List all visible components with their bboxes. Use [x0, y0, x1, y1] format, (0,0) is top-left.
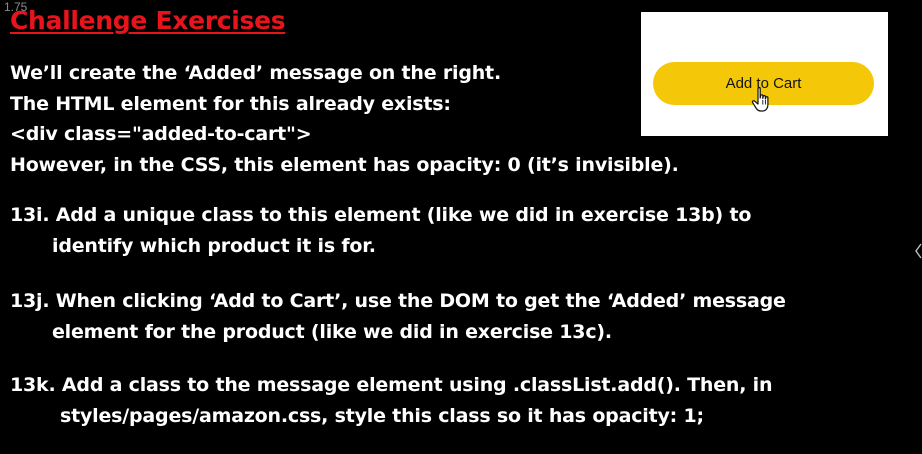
hand-pointer-icon — [751, 87, 769, 112]
exercise-line: element for the product (like we did in … — [52, 321, 612, 343]
page-title: Challenge Exercises — [10, 6, 286, 35]
intro-text: We’ll create the ‘Added’ message on the … — [10, 58, 679, 180]
intro-line: The HTML element for this already exists… — [10, 92, 451, 115]
exercise-13k: 13k. Add a class to the message element … — [10, 370, 773, 432]
exercise-13j: 13j. When clicking ‘Add to Cart’, use th… — [10, 286, 786, 348]
exercise-line: styles/pages/amazon.css, style this clas… — [60, 405, 704, 427]
exercise-line: 13j. When clicking ‘Add to Cart’, use th… — [10, 290, 786, 312]
exercise-line: identify which product it is for. — [52, 235, 376, 257]
intro-line: <div class="added-to-cart"> — [10, 123, 312, 145]
exercise-line: 13k. Add a class to the message element … — [10, 374, 773, 396]
chevron-left-icon[interactable] — [915, 243, 922, 259]
add-to-cart-preview: Add to Cart — [641, 12, 888, 136]
intro-line: We’ll create the ‘Added’ message on the … — [10, 62, 501, 84]
exercise-13i: 13i. Add a unique class to this element … — [10, 200, 751, 262]
exercise-line: 13i. Add a unique class to this element … — [10, 204, 752, 226]
intro-line: However, in the CSS, this element has op… — [10, 153, 679, 176]
